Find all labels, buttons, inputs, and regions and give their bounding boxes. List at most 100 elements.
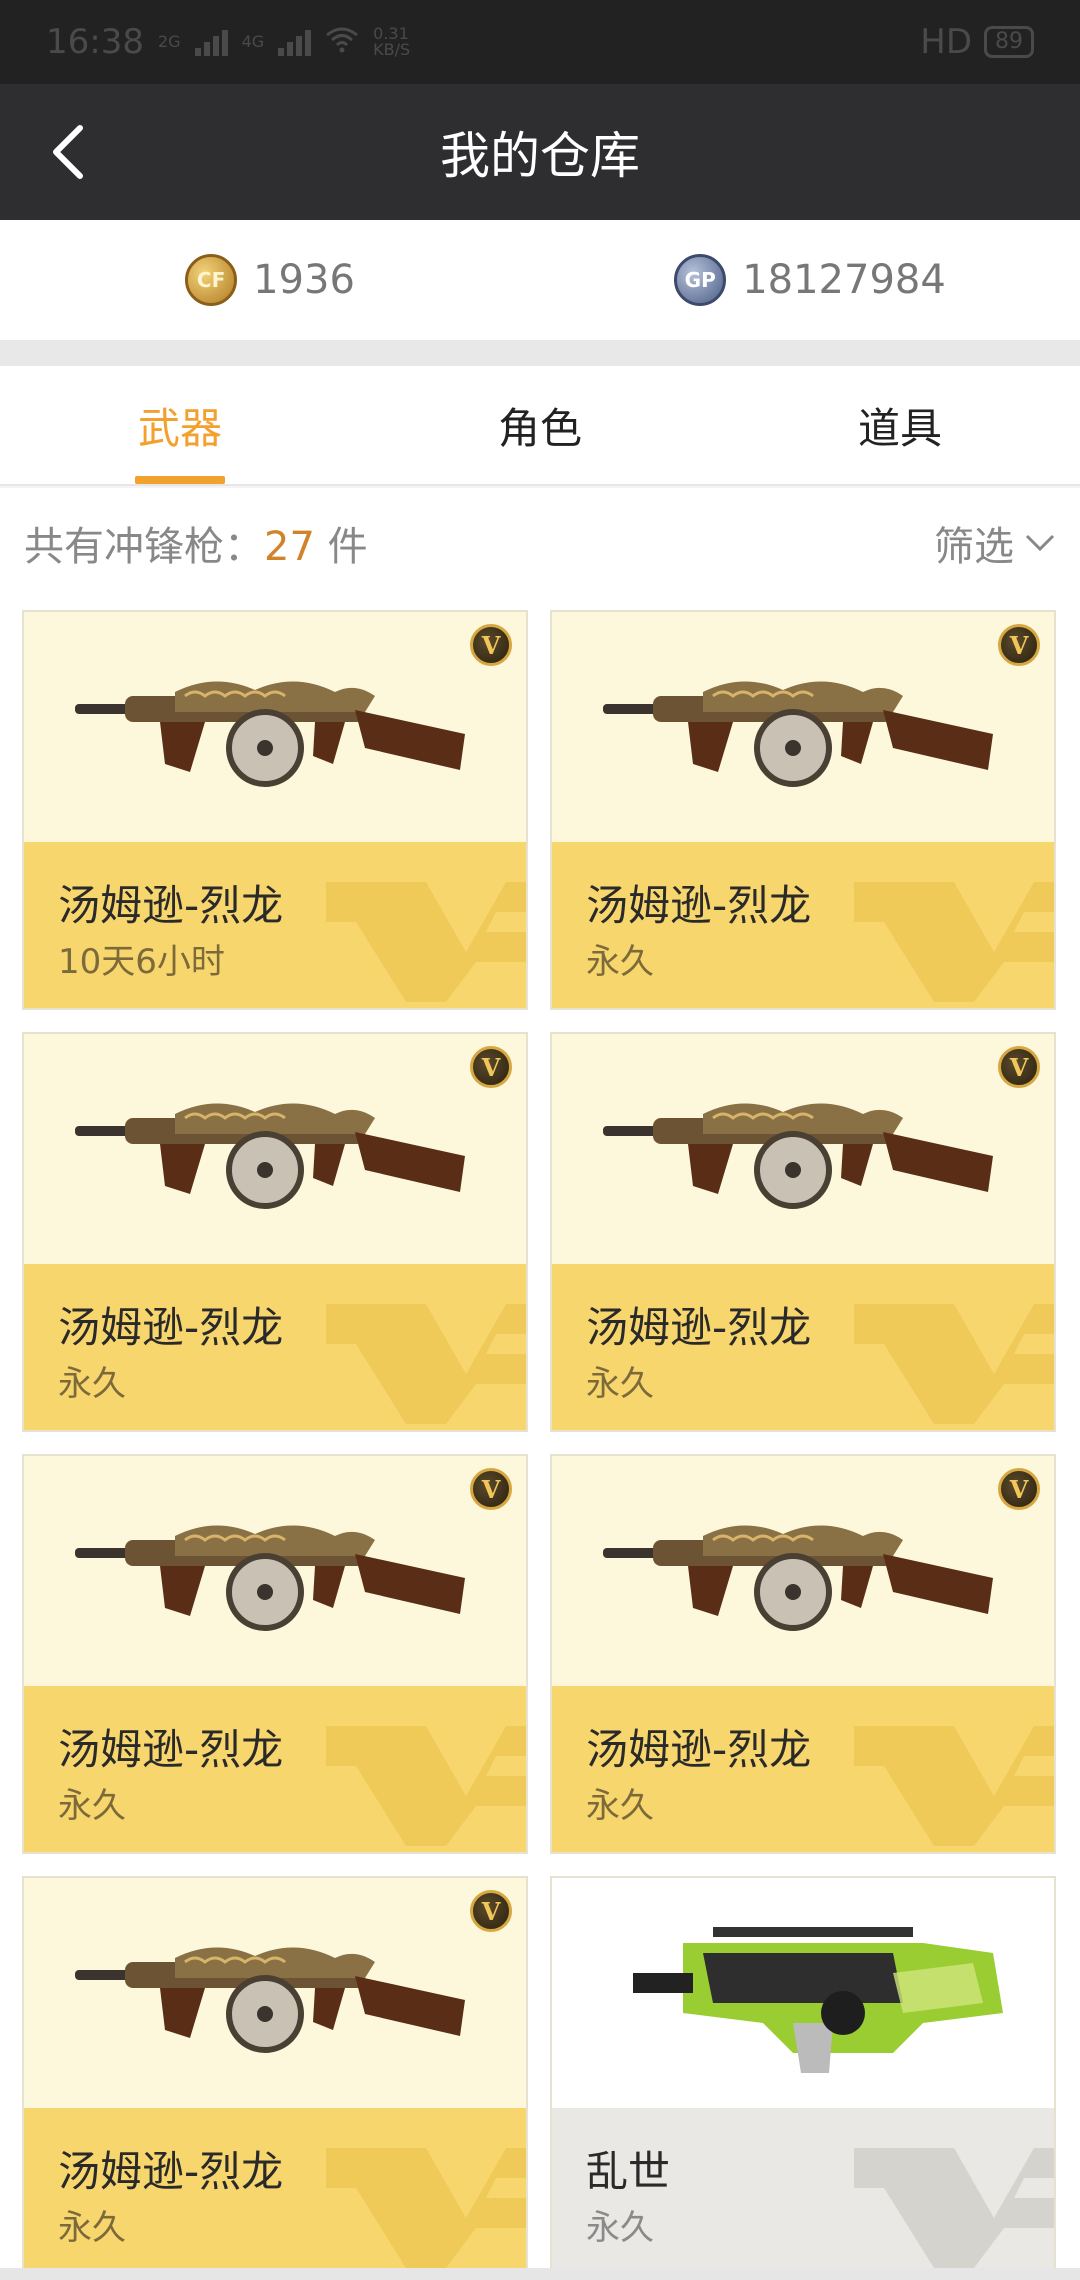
- currency-bar: CF 1936 GP 18127984: [0, 220, 1080, 340]
- network-label-1: 2G: [157, 32, 181, 51]
- item-image: V: [552, 1456, 1054, 1686]
- item-count-number: 27: [264, 524, 315, 570]
- tab-label: 道具: [857, 403, 942, 453]
- thompson-gun-image: [75, 1103, 465, 1209]
- item-image: V: [24, 612, 526, 842]
- category-tabs: 武器 角色 道具: [0, 366, 1080, 486]
- thompson-gun-image: [75, 1525, 465, 1631]
- thompson-gun-image: [75, 1947, 465, 2053]
- item-info: 汤姆逊-烈龙 10天6小时: [24, 842, 526, 1008]
- section-divider: [0, 340, 1080, 366]
- item-duration: 永久: [586, 942, 654, 982]
- page-title: 我的仓库: [440, 127, 640, 185]
- item-count-suffix: 件: [327, 524, 368, 570]
- item-name: 汤姆逊-烈龙: [586, 881, 812, 930]
- vip-badge-icon: V: [470, 1468, 512, 1510]
- tab-characters[interactable]: 角色: [360, 366, 720, 484]
- wifi-icon: [325, 22, 359, 62]
- item-card[interactable]: V 汤姆逊-烈龙 永久: [550, 1454, 1056, 1854]
- tab-weapons[interactable]: 武器: [0, 366, 360, 484]
- signal-icon: [194, 28, 228, 56]
- item-card[interactable]: V 汤姆逊-烈龙 永久: [22, 1032, 528, 1432]
- cf-watermark-icon: [326, 882, 526, 1002]
- back-button[interactable]: [30, 114, 106, 190]
- status-bar: 16:38 2G 4G 0.31 KB/S HD 89: [0, 0, 1080, 84]
- network-label-2: 4G: [241, 32, 265, 51]
- item-info: 汤姆逊-烈龙 永久: [552, 842, 1054, 1008]
- net-speed-unit: KB/S: [373, 40, 411, 59]
- hd-indicator: HD: [920, 22, 972, 62]
- thompson-gun-image: [603, 1103, 993, 1209]
- vip-badge-icon: V: [998, 1468, 1040, 1510]
- item-card[interactable]: V 汤姆逊-烈龙 10天6小时: [22, 610, 528, 1010]
- cf-balance-value: 1936: [253, 257, 355, 303]
- item-image: [552, 1878, 1054, 2108]
- item-image: V: [24, 1456, 526, 1686]
- item-name: 汤姆逊-烈龙: [58, 881, 284, 930]
- item-name: 汤姆逊-烈龙: [58, 1303, 284, 1352]
- vip-badge-icon: V: [998, 1046, 1040, 1088]
- cf-balance: CF 1936: [0, 220, 540, 340]
- item-info: 汤姆逊-烈龙 永久: [24, 1264, 526, 1430]
- item-name: 汤姆逊-烈龙: [58, 1725, 284, 1774]
- item-grid: V 汤姆逊-烈龙 10天6小时 V 汤姆逊-烈龙 永久 V 汤姆逊-烈龙 永久 …: [0, 598, 1080, 2280]
- item-duration: 永久: [586, 1786, 654, 1826]
- status-time: 16:38: [46, 22, 144, 62]
- cf-watermark-icon: [854, 1726, 1054, 1846]
- cf-watermark-icon: [326, 1304, 526, 1424]
- cf-watermark-icon: [326, 2148, 526, 2268]
- vip-badge-icon: V: [470, 1046, 512, 1088]
- item-info: 乱世 永久: [552, 2108, 1054, 2274]
- battery-icon: 89: [984, 26, 1034, 58]
- item-duration: 永久: [58, 1786, 126, 1826]
- chevron-down-icon: [1025, 534, 1055, 552]
- gp-coin-icon: GP: [674, 254, 727, 306]
- item-count-prefix: 共有冲锋枪：: [24, 524, 264, 570]
- tab-props[interactable]: 道具: [720, 366, 1080, 484]
- item-name: 汤姆逊-烈龙: [586, 1725, 812, 1774]
- item-card[interactable]: V 汤姆逊-烈龙 永久: [22, 1454, 528, 1854]
- item-name: 汤姆逊-烈龙: [586, 1303, 812, 1352]
- item-info: 汤姆逊-烈龙 永久: [24, 2108, 526, 2274]
- item-card[interactable]: 乱世 永久: [550, 1876, 1056, 2276]
- vip-badge-icon: V: [470, 624, 512, 666]
- bottom-edge: [0, 2268, 1080, 2280]
- item-count: 共有冲锋枪：27 件: [24, 514, 368, 572]
- item-duration: 永久: [58, 2208, 126, 2248]
- item-name: 汤姆逊-烈龙: [58, 2147, 284, 2196]
- item-info: 汤姆逊-烈龙 永久: [552, 1264, 1054, 1430]
- signal-icon-2: [278, 28, 312, 56]
- item-duration: 永久: [586, 1364, 654, 1404]
- item-image: V: [24, 1034, 526, 1264]
- vip-badge-icon: V: [998, 624, 1040, 666]
- thompson-gun-image: [75, 681, 465, 787]
- cf-watermark-icon: [854, 2148, 1054, 2268]
- gp-balance: GP 18127984: [540, 220, 1080, 340]
- item-info: 汤姆逊-烈龙 永久: [24, 1686, 526, 1852]
- title-bar: 我的仓库: [0, 84, 1080, 220]
- gp-balance-value: 18127984: [742, 257, 946, 303]
- active-tab-indicator: [135, 476, 225, 484]
- item-info: 汤姆逊-烈龙 永久: [552, 1686, 1054, 1852]
- item-count-row: 共有冲锋枪：27 件 筛选: [0, 488, 1080, 598]
- item-image: V: [552, 1034, 1054, 1264]
- tab-label: 武器: [137, 403, 222, 453]
- item-card[interactable]: V 汤姆逊-烈龙 永久: [22, 1876, 528, 2276]
- cf-watermark-icon: [854, 1304, 1054, 1424]
- item-image: V: [552, 612, 1054, 842]
- cf-watermark-icon: [326, 1726, 526, 1846]
- filter-button[interactable]: 筛选: [934, 514, 1056, 572]
- item-duration: 10天6小时: [58, 942, 225, 982]
- chevron-left-icon: [53, 125, 83, 179]
- item-card[interactable]: V 汤姆逊-烈龙 永久: [550, 1032, 1056, 1432]
- thompson-gun-image: [603, 1525, 993, 1631]
- tab-label: 角色: [497, 403, 582, 453]
- vip-badge-icon: V: [470, 1890, 512, 1932]
- cf-coin-icon: CF: [185, 254, 238, 306]
- item-name: 乱世: [586, 2147, 671, 2196]
- item-card[interactable]: V 汤姆逊-烈龙 永久: [550, 610, 1056, 1010]
- item-duration: 永久: [586, 2208, 654, 2248]
- thompson-gun-image: [603, 681, 993, 787]
- cf-watermark-icon: [854, 882, 1054, 1002]
- item-duration: 永久: [58, 1364, 126, 1404]
